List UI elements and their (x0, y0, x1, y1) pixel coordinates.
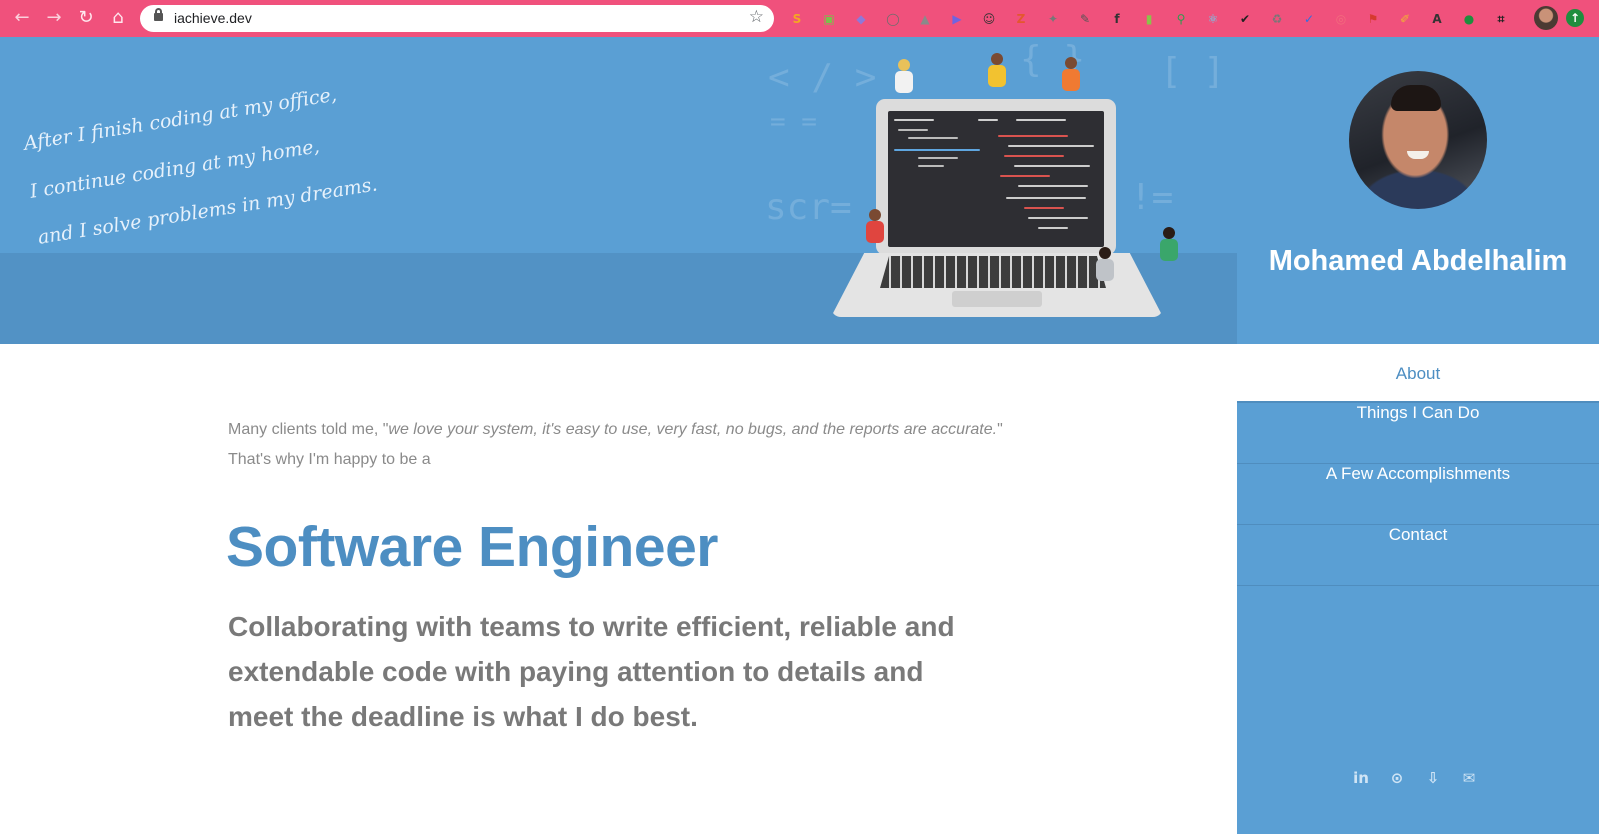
extension-target-icon[interactable]: ◎ (1330, 8, 1352, 30)
extension-a-icon[interactable]: A (1426, 8, 1448, 30)
intro-prefix: Many clients told me, " (228, 421, 389, 438)
profile-photo (1349, 71, 1487, 209)
hero-banner: < / > { } [ ] = = scr= != After I finish… (0, 37, 1237, 344)
url-text[interactable]: iachieve.dev (174, 10, 252, 26)
intro-text: Many clients told me, "we love your syst… (228, 415, 1008, 475)
role-title: Software Engineer (226, 515, 718, 579)
extension-dropper-icon[interactable]: ✎ (1074, 8, 1096, 30)
browser-toolbar: ← → ↻ ⌂ iachieve.dev ☆ S ▣ ◆ ◯ ▲ ▶ ☺ Z ✦ ✎ f ▮ ⚲ ⚛ ✔ ♻ ✓… (0, 0, 1599, 37)
sidebar-nav: About Things I Can Do A Few Accomplishme… (1237, 344, 1599, 586)
profile-avatar[interactable] (1534, 6, 1558, 30)
code-symbol-decoration: [ ] (1160, 51, 1226, 92)
code-symbol-decoration: = = (770, 107, 817, 137)
arrow-right-icon[interactable]: → (42, 6, 66, 30)
extension-recycle-icon[interactable]: ♻ (1266, 8, 1288, 30)
extension-circle-icon[interactable]: ◯ (882, 8, 904, 30)
intro-line-2: That's why I'm happy to be a (228, 451, 431, 468)
code-symbol-decoration: != (1130, 177, 1174, 218)
laptop-illustration (876, 99, 1116, 255)
extension-s-icon[interactable]: S (786, 8, 808, 30)
extension-ruler-icon[interactable]: ▮ (1138, 8, 1160, 30)
extension-purple-icon[interactable]: ◆ (850, 8, 872, 30)
extension-play-icon[interactable]: ▶ (946, 8, 968, 30)
nav-item-things-i-can-do[interactable]: Things I Can Do (1237, 403, 1599, 464)
home-icon[interactable]: ⌂ (106, 6, 130, 30)
intro-suffix: " (997, 421, 1003, 438)
touchpad-illustration (952, 291, 1042, 307)
extension-flag-icon[interactable]: ⚑ (1362, 8, 1384, 30)
extension-triangle-icon[interactable]: ▲ (914, 8, 936, 30)
arrow-left-icon[interactable]: ← (10, 6, 34, 30)
resume-file-icon[interactable]: ⇩ (1424, 769, 1442, 787)
extensions-bar: S ▣ ◆ ◯ ▲ ▶ ☺ Z ✦ ✎ f ▮ ⚲ ⚛ ✔ ♻ ✓ ◎ ⚑ ✐ A ● ⌗ (786, 8, 1512, 30)
profile-name: Mohamed Abdelhalim (1268, 245, 1568, 277)
lock-icon[interactable] (154, 8, 163, 21)
tagline: Collaborating with teams to write effici… (228, 611, 955, 732)
extension-bulb-icon[interactable]: ✦ (1042, 8, 1064, 30)
nav-item-about[interactable]: About (1237, 344, 1599, 403)
extension-blue-check-icon[interactable]: ✓ (1298, 8, 1320, 30)
extension-z-icon[interactable]: Z (1010, 8, 1032, 30)
reload-icon[interactable]: ↻ (74, 6, 98, 30)
extension-green-dot-icon[interactable]: ● (1458, 8, 1480, 30)
social-links: in ⊙ ⇩ ✉ (1352, 769, 1478, 787)
extension-react-icon[interactable]: ⚛ (1202, 8, 1224, 30)
extension-crop-icon[interactable]: ⌗ (1490, 8, 1512, 30)
update-icon[interactable]: ↑ (1566, 9, 1584, 27)
keyboard-illustration (880, 256, 1106, 288)
sidebar: Mohamed Abdelhalim About Things I Can Do… (1237, 37, 1599, 834)
extension-printer-icon[interactable]: ▣ (818, 8, 840, 30)
nav-item-accomplishments[interactable]: A Few Accomplishments (1237, 464, 1599, 525)
code-symbol-decoration: scr= (765, 187, 852, 228)
code-symbol-decoration: < / > (768, 57, 877, 98)
extension-checkbox-icon[interactable]: ✔ (1234, 8, 1256, 30)
extension-magnifier-icon[interactable]: ⚲ (1170, 8, 1192, 30)
email-icon[interactable]: ✉ (1460, 769, 1478, 787)
client-quote: we love your system, it's easy to use, v… (388, 421, 998, 438)
github-icon[interactable]: ⊙ (1388, 769, 1406, 787)
nav-item-contact[interactable]: Contact (1237, 525, 1599, 586)
extension-fx-icon[interactable]: f (1106, 8, 1128, 30)
extension-pen-icon[interactable]: ✐ (1394, 8, 1416, 30)
linkedin-icon[interactable]: in (1352, 769, 1370, 787)
star-icon[interactable]: ☆ (749, 7, 764, 27)
address-bar[interactable]: iachieve.dev ☆ (140, 5, 774, 32)
code-editor-illustration (888, 111, 1104, 247)
extension-ghost-icon[interactable]: ☺ (978, 8, 1000, 30)
